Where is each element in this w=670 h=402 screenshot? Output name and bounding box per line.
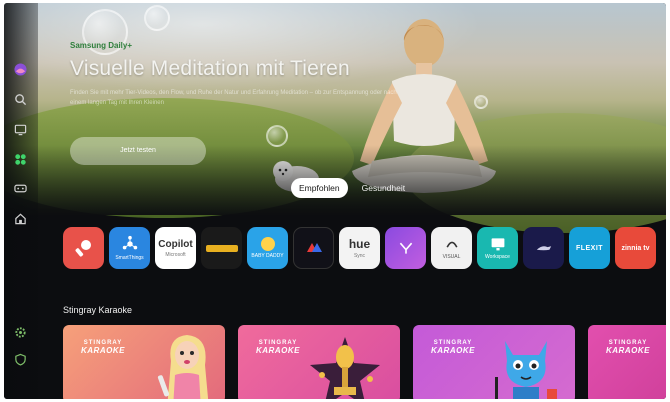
sidebar-item-settings[interactable]	[12, 324, 29, 341]
baby-face-icon	[260, 237, 275, 251]
logo-bottom-text: KARAOKE	[431, 346, 475, 355]
yoga-logo-icon	[399, 242, 412, 254]
tab-gesundheit[interactable]: Gesundheit	[354, 178, 413, 198]
app-workspace[interactable]: Workspace	[477, 227, 518, 269]
logo-bottom-text: KARAOKE	[256, 346, 300, 355]
hero-banner[interactable]: Samsung Daily+ Visuelle Meditation mit T…	[4, 3, 666, 233]
karaoke-card-4[interactable]: STINGRAY KARAOKE	[588, 325, 666, 399]
soap-bubble-decoration	[266, 125, 288, 147]
app-label: Workspace	[485, 254, 510, 260]
app-flexit[interactable]: FLEXIT	[569, 227, 610, 269]
sidebar-item-ambient[interactable]	[12, 121, 29, 138]
app-label: hue	[348, 237, 371, 251]
try-now-button[interactable]: Jetzt testen	[70, 137, 206, 165]
app-visual-tune[interactable]: VISUAL	[431, 227, 472, 269]
cartoon-singer-image	[157, 335, 209, 399]
app-karaoke[interactable]	[63, 227, 104, 269]
microphone-icon	[75, 240, 91, 257]
app-label: SmartThings	[115, 255, 144, 261]
tab-empfohlen[interactable]: Empfohlen	[291, 178, 348, 198]
wordmark-logo-icon	[205, 244, 238, 252]
smartthings-icon	[122, 235, 137, 250]
panther-logo-icon	[536, 246, 551, 251]
golden-microphone-trophy-image	[310, 337, 380, 399]
app-label: VISUAL	[442, 254, 461, 260]
game-controller-icon	[14, 184, 27, 193]
tv-screen: Samsung Daily+ Visuelle Meditation mit T…	[4, 3, 666, 399]
app-copilot[interactable]: Copilot Microsoft	[155, 227, 196, 269]
app-yoga[interactable]	[385, 227, 426, 269]
hero-description: Finden Sie mit mehr Tier-Videos, den Flo…	[70, 90, 397, 106]
sidebar-item-search[interactable]	[12, 91, 29, 108]
sidebar-item-home[interactable]	[12, 210, 29, 227]
workspace-monitor-icon	[491, 238, 504, 251]
apps-icon	[15, 154, 26, 165]
sidebar	[4, 3, 38, 399]
sidebar-item-game[interactable]	[12, 180, 29, 197]
search-icon	[15, 94, 27, 106]
karaoke-card-3[interactable]: STINGRAY KARAOKE	[413, 325, 575, 399]
logo-bottom-text: KARAOKE	[81, 346, 125, 355]
karaoke-card-2[interactable]: STINGRAY KARAOKE	[238, 325, 400, 399]
stingray-karaoke-logo: STINGRAY KARAOKE	[431, 339, 475, 355]
stingray-karaoke-logo: STINGRAY KARAOKE	[606, 339, 650, 355]
app-label: zinnia tv	[621, 244, 650, 252]
category-tabs: Empfohlen Gesundheit	[291, 178, 413, 198]
profile-avatar-icon	[14, 63, 27, 76]
sidebar-item-apps[interactable]	[12, 151, 29, 168]
app-ride[interactable]	[293, 227, 334, 269]
sidebar-item-profile[interactable]	[12, 61, 29, 78]
sidebar-item-privacy[interactable]	[12, 351, 29, 368]
logo-bottom-text: KARAOKE	[606, 346, 650, 355]
stingray-karaoke-logo: STINGRAY KARAOKE	[81, 339, 125, 355]
gear-icon	[15, 327, 26, 338]
app-label: FLEXIT	[575, 244, 604, 252]
app-sublabel: Sync	[353, 253, 366, 259]
cartoon-cat-singer-image	[495, 341, 557, 399]
soap-bubble-decoration	[144, 5, 170, 31]
ride-logo-icon	[306, 243, 322, 252]
karaoke-card-1[interactable]: STINGRAY KARAOKE	[63, 325, 225, 399]
app-hue[interactable]: hue Sync	[339, 227, 380, 269]
app-panther[interactable]	[523, 227, 564, 269]
app-zinnia[interactable]: zinnia tv	[615, 227, 656, 269]
app-label: Copilot	[158, 238, 193, 250]
app-sublabel: Microsoft	[165, 251, 186, 258]
app-smartthings[interactable]: SmartThings	[109, 227, 150, 269]
karaoke-row-title: Stingray Karaoke	[63, 305, 133, 315]
hero-title: Visuelle Meditation mit Tieren	[70, 57, 350, 80]
visual-tune-icon	[445, 241, 458, 248]
stingray-karaoke-logo: STINGRAY KARAOKE	[256, 339, 300, 355]
hero-brand-label: Samsung Daily+	[70, 41, 133, 50]
shield-icon	[15, 353, 26, 366]
home-icon	[15, 213, 26, 225]
app-baby-daddy[interactable]: BABY DADDY	[247, 227, 288, 269]
app-label: BABY DADDY	[251, 253, 284, 259]
ambient-mode-icon	[14, 124, 27, 136]
app-wordmark[interactable]	[201, 227, 242, 269]
